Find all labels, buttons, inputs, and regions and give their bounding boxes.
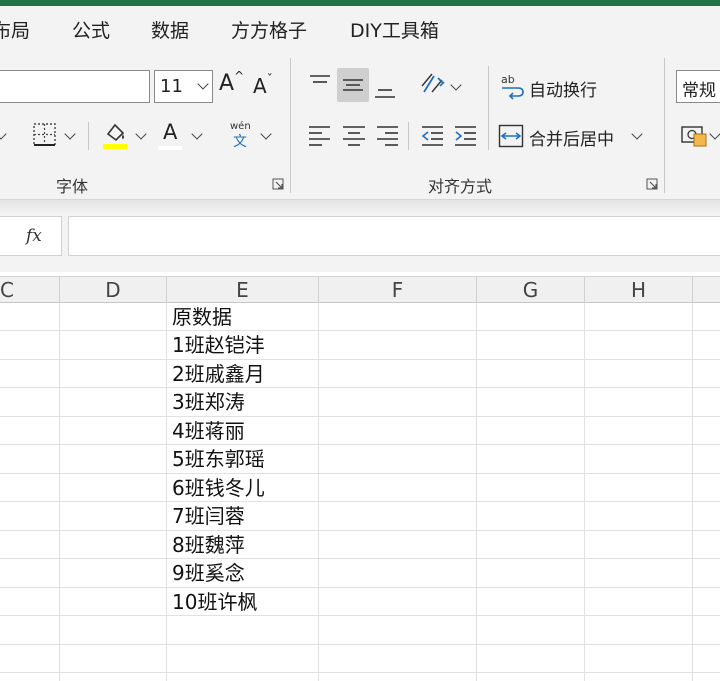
grow-font-icon[interactable]: A^ (219, 69, 245, 96)
gridline (0, 644, 720, 645)
ribbon: 11 A^ Aˇ A wén 文 字体 ab 自动换行 合并后居中 对齐方式 常… (0, 50, 720, 200)
font-name-combo[interactable] (0, 70, 150, 103)
group-separator (664, 58, 665, 193)
wrap-text-icon[interactable]: ab (500, 72, 526, 100)
gridline (0, 330, 720, 331)
chevron-down-icon[interactable] (191, 128, 203, 140)
gridline (0, 416, 720, 417)
column-header-d[interactable]: D (60, 277, 167, 303)
align-top-icon[interactable] (306, 70, 334, 98)
gridline (0, 672, 720, 673)
border-icon[interactable] (32, 122, 58, 148)
chevron-down-icon[interactable] (260, 128, 272, 140)
chevron-down-icon[interactable] (709, 128, 720, 140)
tab-data[interactable]: 数据 (151, 16, 189, 43)
cell-e5[interactable]: 4班蒋丽 (172, 417, 245, 445)
column-header-f[interactable]: F (319, 277, 477, 303)
chevron-down-icon[interactable] (64, 128, 76, 140)
chevron-down-icon[interactable] (0, 128, 7, 140)
gridline (0, 501, 720, 502)
number-format-value: 常规 (682, 81, 716, 101)
font-color-glyph: A (163, 120, 178, 144)
column-header-h[interactable]: H (585, 277, 693, 303)
group-separator (290, 58, 291, 193)
cell-e11[interactable]: 10班许枫 (172, 588, 257, 616)
insert-function-button[interactable]: fx (0, 216, 62, 256)
merge-center-icon[interactable] (498, 123, 524, 149)
column-header-g[interactable]: G (477, 277, 585, 303)
font-size-combo[interactable]: 11 (154, 70, 213, 103)
menu-bar: 布局 公式 数据 方方格子 DIY工具箱 (0, 6, 720, 50)
gridline (0, 387, 720, 388)
font-size-value: 11 (160, 76, 183, 97)
grow-font-glyph: A (219, 71, 235, 96)
fx-icon: fx (26, 226, 42, 246)
cell-e7[interactable]: 6班钱冬儿 (172, 474, 265, 502)
align-right-icon[interactable] (373, 122, 401, 150)
separator (88, 122, 89, 150)
chevron-down-icon[interactable] (135, 128, 147, 140)
chevron-down-icon[interactable] (631, 128, 643, 140)
separator (408, 122, 409, 150)
tab-fangfangezi[interactable]: 方方格子 (231, 16, 307, 43)
chevron-down-icon (197, 78, 209, 90)
phonetic-bottom-text: 文 (233, 134, 247, 150)
gridline (0, 444, 720, 445)
gridline (0, 473, 720, 474)
align-middle-icon[interactable] (337, 68, 369, 102)
gridline (0, 587, 720, 588)
shrink-font-icon[interactable]: Aˇ (253, 72, 273, 98)
align-bottom-icon[interactable] (371, 72, 399, 102)
orientation-icon[interactable] (418, 70, 448, 100)
tab-formulas[interactable]: 公式 (72, 16, 110, 43)
caret-up-icon: ^ (234, 69, 245, 83)
cell-e10[interactable]: 9班奚念 (172, 559, 245, 587)
align-left-icon[interactable] (306, 122, 334, 150)
fill-color-icon[interactable] (102, 120, 128, 150)
wrap-text-label[interactable]: 自动换行 (529, 76, 597, 101)
worksheet-grid[interactable]: 原数据 1班赵铠沣 2班戚鑫月 3班郑涛 4班蒋丽 5班东郭瑶 6班钱冬儿 7班… (0, 303, 720, 681)
dialog-launcher-icon[interactable] (272, 178, 284, 190)
tab-page-layout[interactable]: 布局 (0, 16, 30, 43)
column-header-c[interactable]: C (0, 277, 60, 303)
cell-e9[interactable]: 8班魏萍 (172, 531, 245, 559)
accounting-format-icon[interactable] (680, 122, 708, 148)
caret-down-icon: ˇ (266, 72, 273, 86)
alignment-group-label: 对齐方式 (428, 177, 493, 196)
ribbon-shadow (0, 200, 720, 214)
shrink-font-glyph: A (253, 74, 267, 98)
cell-e3[interactable]: 2班戚鑫月 (172, 360, 265, 388)
gridline (0, 558, 720, 559)
gridline (0, 615, 720, 616)
formula-bar: fx (0, 214, 720, 272)
decrease-indent-icon[interactable] (418, 122, 446, 150)
excel-window: 布局 公式 数据 方方格子 DIY工具箱 11 A^ Aˇ A wén 文 字体… (0, 0, 720, 681)
formula-input[interactable] (68, 216, 720, 256)
svg-text:ab: ab (501, 73, 515, 86)
align-center-icon[interactable] (340, 122, 368, 150)
phonetic-guide-icon[interactable]: wén 文 (228, 121, 254, 150)
increase-indent-icon[interactable] (452, 122, 480, 150)
column-header-row: C D E F G H (0, 276, 720, 303)
font-color-icon[interactable]: A (163, 120, 177, 144)
gridline (0, 530, 720, 531)
column-header-e[interactable]: E (167, 277, 319, 303)
separator (488, 66, 489, 150)
number-format-combo[interactable]: 常规 (676, 70, 720, 103)
chevron-down-icon[interactable] (450, 79, 462, 91)
merge-center-label[interactable]: 合并后居中 (529, 125, 614, 150)
column-header-i[interactable] (693, 277, 720, 303)
cell-e4[interactable]: 3班郑涛 (172, 388, 245, 416)
dialog-launcher-icon[interactable] (646, 178, 658, 190)
cell-e1[interactable]: 原数据 (172, 303, 232, 331)
font-color-swatch (158, 146, 182, 150)
cell-e2[interactable]: 1班赵铠沣 (172, 331, 265, 359)
font-group-label: 字体 (56, 177, 89, 196)
cell-e8[interactable]: 7班闫蓉 (172, 502, 245, 530)
gridline (0, 359, 720, 360)
cell-e6[interactable]: 5班东郭瑶 (172, 445, 265, 473)
tab-diy-toolbox[interactable]: DIY工具箱 (350, 16, 439, 43)
